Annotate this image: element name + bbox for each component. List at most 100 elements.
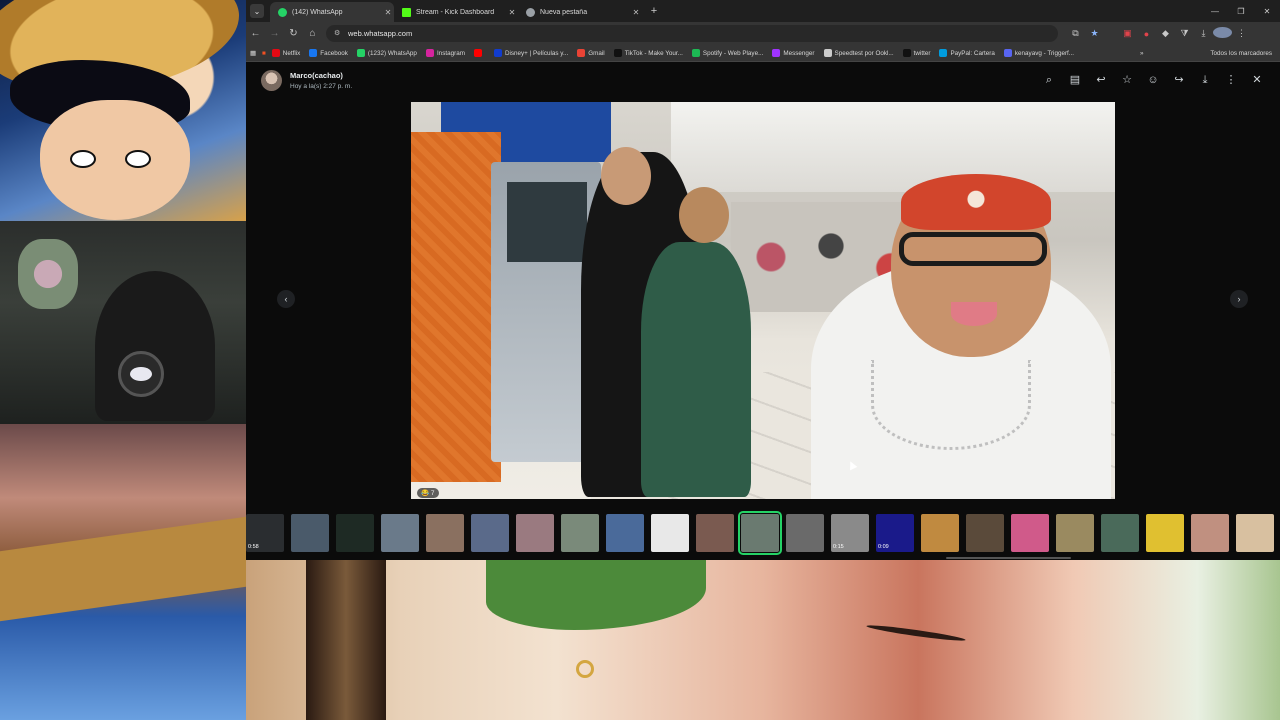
close-icon[interactable]: ✕ (382, 8, 394, 17)
media-photo[interactable]: 😂 7 (411, 102, 1115, 499)
bookmark-favicon-icon (271, 49, 280, 57)
media-viewer: Marco(cachao) Hoy a la(s) 2:27 p. m. ⌕ ▤… (246, 62, 1280, 560)
bookmark-item[interactable]: Facebook (309, 49, 348, 57)
media-thumbnail[interactable] (516, 514, 554, 552)
bookmark-favicon-icon (356, 49, 365, 57)
media-thumbnail[interactable] (1101, 514, 1139, 552)
tab-title: (142) WhatsApp (292, 8, 343, 16)
media-thumbnail[interactable] (561, 514, 599, 552)
more-bookmarks-icon[interactable]: » (1140, 50, 1144, 57)
bookmark-label: kenayavg - Triggerf... (1014, 49, 1075, 57)
bookmark-item[interactable]: TikTok - Make Your... (613, 49, 683, 57)
media-thumbnail[interactable] (696, 514, 734, 552)
screen: ⌄ (142) WhatsApp ✕ Stream - Kick Dashboa… (0, 0, 1280, 720)
next-media-button[interactable]: › (1230, 290, 1248, 308)
site-info-icon[interactable]: ⚙ (334, 30, 342, 38)
bookmark-item[interactable]: Messenger (772, 49, 815, 57)
download-icon[interactable]: ⤓ (1192, 73, 1218, 87)
close-icon[interactable]: ✕ (1244, 73, 1270, 87)
react-emoji-icon[interactable]: ☺ (1140, 73, 1166, 87)
bookmark-item[interactable]: PayPal: Cartera (939, 49, 995, 57)
media-thumbnail[interactable] (1191, 514, 1229, 552)
apps-grid-icon[interactable]: ▦ (250, 50, 256, 57)
bookmark-item[interactable]: Spotify - Web Playe... (691, 49, 763, 57)
media-thumbnail[interactable] (471, 514, 509, 552)
media-thumbnail[interactable] (1011, 514, 1049, 552)
home-icon[interactable]: ⌂ (303, 28, 322, 39)
bookmark-star-icon[interactable]: ★ (1085, 28, 1104, 39)
reload-icon[interactable]: ↻ (284, 28, 303, 39)
bookmark-favicon-icon (493, 49, 502, 57)
media-thumbnail[interactable]: 0:15 (831, 514, 869, 552)
reply-icon[interactable]: ↩ (1088, 73, 1114, 87)
star-icon[interactable]: ☆ (1114, 73, 1140, 87)
media-thumbnail[interactable] (1056, 514, 1094, 552)
close-icon[interactable]: ✕ (630, 8, 642, 17)
bookmark-item[interactable] (473, 49, 485, 57)
bookmark-item[interactable]: kenayavg - Triggerf... (1003, 49, 1075, 57)
download-icon[interactable]: ⤓ (1194, 28, 1213, 39)
window-close-icon[interactable]: ✕ (1254, 7, 1280, 16)
bookmark-item[interactable]: Disney+ | Películas y... (493, 49, 568, 57)
close-icon[interactable]: ✕ (506, 8, 518, 17)
url-text: web.whatsapp.com (348, 29, 413, 38)
webcam-feed (0, 221, 246, 424)
bookmark-item[interactable]: Netflix (271, 49, 300, 57)
new-tab-button[interactable]: + (646, 5, 662, 17)
media-thumbnail[interactable] (921, 514, 959, 552)
tab-new-tab[interactable]: Nueva pestaña ✕ (518, 2, 642, 22)
bookmark-item[interactable]: Instagram (425, 49, 465, 57)
tab-search-icon[interactable]: ⌄ (250, 4, 264, 18)
tab-strip: ⌄ (142) WhatsApp ✕ Stream - Kick Dashboa… (246, 0, 1280, 22)
bookmark-item[interactable]: twitter (902, 49, 931, 57)
anime-art-bottom (0, 424, 246, 720)
sender-name: Marco(cachao) (290, 71, 343, 80)
bookmark-item[interactable]: (1232) WhatsApp (356, 49, 417, 57)
media-thumbnail[interactable]: 0:58 (246, 514, 284, 552)
tab-kick-dashboard[interactable]: Stream - Kick Dashboard ✕ (394, 2, 518, 22)
install-app-icon[interactable]: ⧉ (1066, 28, 1085, 39)
zoom-icon[interactable]: ⌕ (1036, 73, 1062, 87)
sender-avatar[interactable] (261, 70, 282, 91)
media-thumbnail[interactable] (381, 514, 419, 552)
address-bar[interactable]: ⚙ web.whatsapp.com (326, 25, 1058, 42)
tab-whatsapp[interactable]: (142) WhatsApp ✕ (270, 2, 394, 22)
forward-icon[interactable]: → (265, 28, 284, 39)
media-thumbnail[interactable]: 0:09 (876, 514, 914, 552)
adblock-extension-icon[interactable]: ▣ (1118, 28, 1137, 39)
extensions-puzzle-icon[interactable]: ⧩ (1175, 28, 1194, 39)
media-thumbnail[interactable] (651, 514, 689, 552)
forward-icon[interactable]: ↪ (1166, 73, 1192, 87)
bookmark-item[interactable]: Speedtest por Ookl... (823, 49, 894, 57)
reaction-badge[interactable]: 😂 7 (417, 488, 439, 498)
media-thumbnail[interactable] (1146, 514, 1184, 552)
message-timestamp: Hoy a la(s) 2:27 p. m. (290, 83, 353, 90)
bookmark-favicon-icon (1003, 49, 1012, 57)
media-thumbnail[interactable] (336, 514, 374, 552)
whatsapp-favicon-icon (278, 7, 287, 17)
media-thumbnail[interactable] (786, 514, 824, 552)
media-thumbnail[interactable] (966, 514, 1004, 552)
bookmark-favicon-icon (613, 49, 622, 57)
menu-kebab-icon[interactable]: ⋮ (1232, 28, 1251, 39)
media-thumbnail[interactable] (606, 514, 644, 552)
profile-avatar[interactable] (1213, 27, 1232, 40)
media-thumbnail[interactable] (1236, 514, 1274, 552)
record-extension-icon[interactable]: ● (1137, 29, 1156, 39)
media-thumbnail[interactable] (426, 514, 464, 552)
globe-icon (526, 7, 535, 17)
bookmark-item[interactable]: Gmail (577, 49, 605, 57)
windows-icon[interactable]: ■ (262, 50, 266, 57)
all-bookmarks[interactable]: Todos los marcadores (1210, 50, 1272, 57)
restore-icon[interactable]: ❐ (1228, 7, 1254, 16)
extension-icon[interactable]: ◆ (1156, 28, 1175, 39)
previous-media-button[interactable]: ‹ (277, 290, 295, 308)
media-thumbnail[interactable] (291, 514, 329, 552)
go-to-message-icon[interactable]: ▤ (1062, 73, 1088, 87)
menu-kebab-icon[interactable]: ⋮ (1218, 73, 1244, 87)
back-icon[interactable]: ← (246, 28, 265, 39)
media-thumbnail[interactable] (738, 511, 782, 555)
bookmark-label: twitter (913, 49, 931, 57)
minimize-icon[interactable]: — (1202, 7, 1228, 16)
scrollbar-thumb[interactable] (946, 557, 1071, 559)
